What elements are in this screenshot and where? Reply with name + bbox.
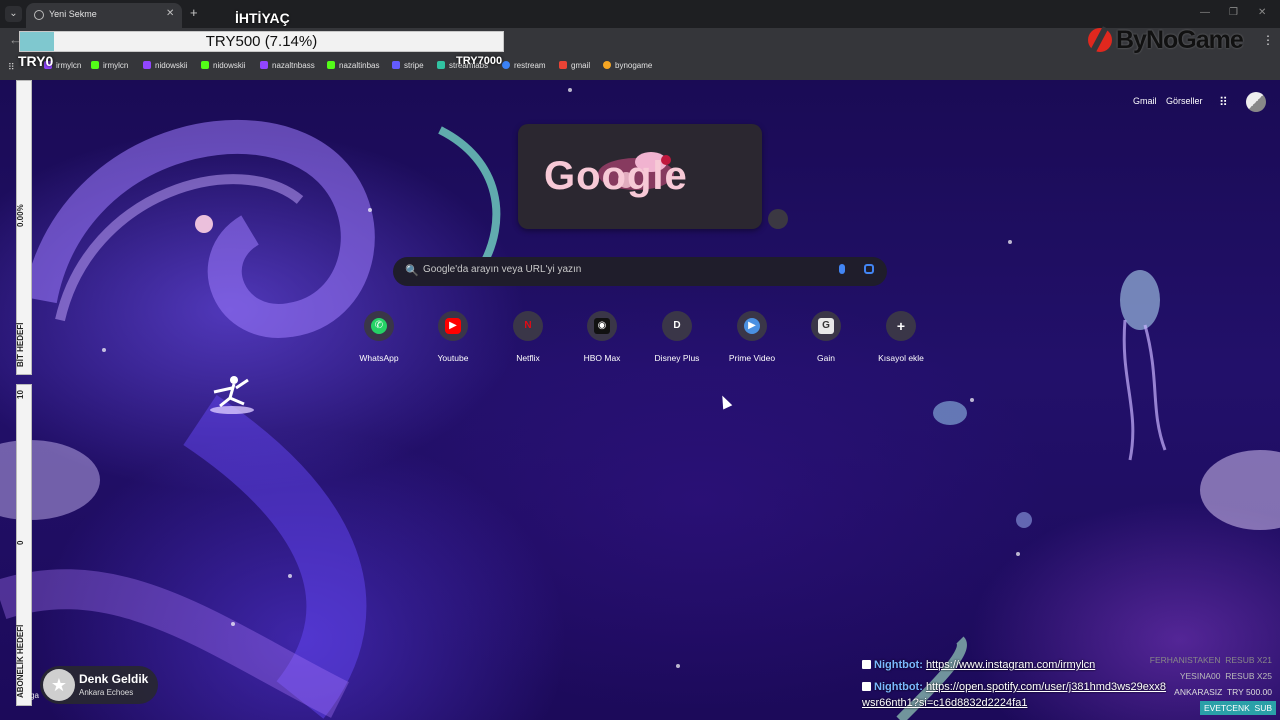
bookmark-item[interactable]: nidowskii: [201, 61, 245, 70]
doodle-logo-text: Google: [544, 154, 688, 198]
youtube-icon: ▶: [445, 318, 461, 334]
bookmark-item[interactable]: gmail: [559, 61, 590, 70]
whatsapp-icon: ✆: [371, 318, 387, 334]
kick-icon: [201, 61, 209, 69]
sub-goal-min: 0: [16, 540, 25, 546]
microphone-icon[interactable]: [839, 264, 845, 274]
shortcut-whatsapp[interactable]: ✆ WhatsApp: [342, 311, 416, 369]
apps-grid-icon[interactable]: ⠿: [8, 62, 15, 73]
bookmark-item[interactable]: restream: [502, 61, 546, 70]
text-fragment: ga: [30, 691, 39, 700]
tab-search-button[interactable]: ⌄: [5, 6, 22, 22]
bynogame-logo-text: ByNoGame: [1116, 26, 1244, 54]
bookmark-item[interactable]: nazaltnbass: [260, 61, 315, 70]
window-close-button[interactable]: ✕: [1258, 7, 1266, 18]
account-avatar[interactable]: [1246, 92, 1266, 112]
sub-goal-max: 10: [16, 390, 25, 400]
more-menu-icon[interactable]: ⋮: [1262, 33, 1274, 47]
bynogame-icon: [603, 61, 611, 69]
tab-title: Yeni Sekme: [49, 9, 97, 19]
shortcut-youtube[interactable]: ▶ Youtube: [416, 311, 490, 369]
tab-bar: ⌄ Yeni Sekme ✕ + — ❐ ✕: [0, 0, 1280, 28]
chat-link[interactable]: https://www.instagram.com/irmylcn: [926, 659, 1095, 671]
bookmarks-bar: ⠿ irmylcn irmylcn nidowskii nidowskii na…: [0, 54, 1280, 81]
stripe-icon: [392, 61, 400, 69]
gmail-icon: [559, 61, 567, 69]
shortcut-label: WhatsApp: [359, 353, 399, 363]
donation-goal-bar: TRY500 (7.14%): [19, 31, 504, 52]
shortcut-label: Youtube: [437, 353, 469, 363]
search-icon: 🔍: [405, 265, 419, 277]
bit-goal-percent: 0.00%: [16, 204, 25, 228]
bookmark-item[interactable]: bynogame: [603, 61, 652, 70]
now-playing-widget: ★ Denk Geldik Ankara Echoes: [40, 666, 158, 704]
twitch-icon: [260, 61, 268, 69]
google-lens-icon[interactable]: [864, 264, 874, 274]
google-doodle[interactable]: Google: [518, 124, 762, 229]
close-tab-icon[interactable]: ✕: [166, 8, 174, 19]
shortcut-label: Prime Video: [728, 353, 776, 363]
donation-goal-start: TRY0: [18, 53, 54, 69]
hbomax-icon: ◉: [594, 318, 610, 334]
gmail-link[interactable]: Gmail: [1133, 96, 1157, 106]
shortcut-prime-video[interactable]: ▶ Prime Video: [715, 311, 789, 369]
event-row: FERHANISTAKEN RESUB X21: [1149, 655, 1272, 665]
bynogame-logo-mark: [1088, 28, 1112, 52]
shortcut-label: Gain: [817, 353, 835, 363]
event-row-latest: EVETCENK SUB: [1200, 701, 1276, 715]
donation-goal-title: İHTİYAÇ: [235, 10, 290, 26]
maximize-button[interactable]: ❐: [1229, 7, 1238, 18]
netflix-icon: N: [524, 320, 532, 331]
minimize-button[interactable]: —: [1200, 7, 1210, 18]
shortcut-hbo-max[interactable]: ◉ HBO Max: [565, 311, 639, 369]
chat-link[interactable]: wsr66nth1?si=c16d8832d2224fa1: [862, 697, 1027, 709]
twitch-icon: [862, 682, 871, 691]
kick-icon: [327, 61, 335, 69]
shortcut-add[interactable]: + Kısayol ekle: [864, 311, 938, 369]
bookmark-item[interactable]: irmylcn: [91, 61, 128, 70]
new-tab-button[interactable]: +: [190, 5, 198, 20]
donation-goal-end: TRY7000: [456, 55, 503, 67]
shortcut-netflix[interactable]: N Netflix: [491, 311, 565, 369]
song-title: Denk Geldik: [79, 672, 149, 686]
images-link[interactable]: Görseller: [1166, 96, 1203, 106]
twitch-icon: [862, 660, 871, 669]
gain-icon: G: [818, 318, 834, 334]
bookmark-item[interactable]: nazaltinbas: [327, 61, 379, 70]
chat-message: Nightbot: https://www.instagram.com/irmy…: [862, 659, 1095, 671]
bookmark-item[interactable]: stripe: [392, 61, 424, 70]
chat-message-continued: wsr66nth1?si=c16d8832d2224fa1: [862, 697, 1027, 709]
shortcut-label: HBO Max: [583, 353, 621, 363]
search-box[interactable]: 🔍: [393, 257, 887, 286]
restream-icon: [502, 61, 510, 69]
plus-icon: +: [896, 318, 906, 334]
album-art: ★: [43, 669, 75, 701]
google-apps-icon[interactable]: ⠿: [1219, 95, 1228, 109]
shortcut-disney-plus[interactable]: D Disney Plus: [640, 311, 714, 369]
chat-user: Nightbot:: [874, 659, 923, 671]
song-artist: Ankara Echoes: [79, 688, 134, 697]
bookmark-item[interactable]: nidowskii: [143, 61, 187, 70]
donation-goal-text: TRY500 (7.14%): [205, 33, 318, 50]
share-doodle-button[interactable]: [768, 209, 788, 229]
star-icon: ★: [50, 675, 68, 695]
kick-icon: [91, 61, 99, 69]
shortcut-label: Disney Plus: [654, 353, 700, 363]
globe-icon: [34, 10, 44, 20]
shortcut-label: Netflix: [516, 353, 540, 363]
disneyplus-icon: D: [673, 320, 681, 331]
twitch-icon: [143, 61, 151, 69]
surfer-figure: [210, 376, 254, 414]
shortcut-gain[interactable]: G Gain: [789, 311, 863, 369]
bit-goal-label: BİT HEDEFİ: [16, 322, 25, 368]
sub-goal-label: ABONELİK HEDEFİ: [16, 624, 25, 698]
shortcut-label: Kısayol ekle: [878, 353, 924, 363]
tab-new-tab[interactable]: Yeni Sekme ✕: [26, 3, 182, 28]
event-row: ANKARASIZ TRY 500.00: [1174, 687, 1272, 697]
search-input[interactable]: [423, 264, 813, 275]
event-row: YESINA00 RESUB X25: [1179, 671, 1272, 681]
streamlabs-icon: [437, 61, 445, 69]
primevideo-icon: ▶: [744, 318, 760, 334]
chat-user: Nightbot:: [874, 681, 923, 693]
